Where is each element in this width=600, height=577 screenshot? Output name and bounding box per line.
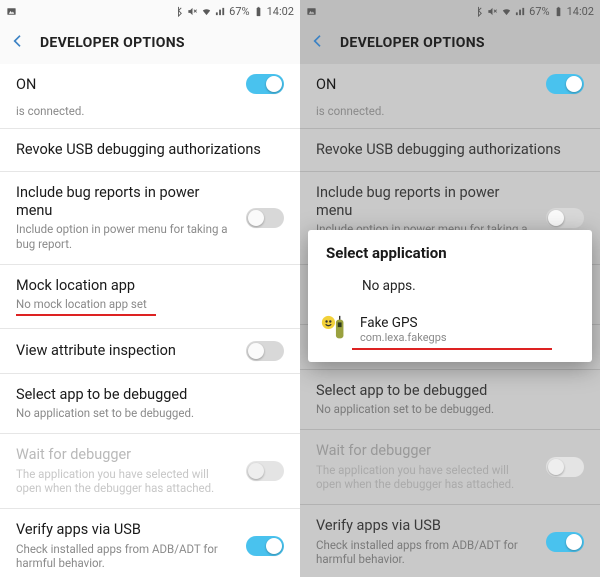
select-debug-app-row[interactable]: Select app to be debugged No application… — [0, 374, 300, 433]
verify-apps-switch[interactable] — [246, 536, 284, 556]
mock-location-row[interactable]: Mock location app No mock location app s… — [0, 265, 300, 328]
dialog-app-name: Fake GPS — [360, 315, 447, 331]
verify-apps-row[interactable]: Verify apps via USB Check installed apps… — [0, 509, 300, 577]
mute-icon — [187, 6, 198, 17]
fake-gps-icon — [320, 314, 350, 344]
wait-debugger-row: Wait for debugger The application you ha… — [0, 434, 300, 508]
screenshot-left: 67% 14:02 DEVELOPER OPTIONS ON is connec… — [0, 0, 300, 577]
status-bar: 67% 14:02 — [0, 0, 300, 22]
on-label: ON — [16, 76, 36, 93]
signal-icon — [215, 6, 226, 17]
photo-icon — [6, 6, 17, 17]
page-title: DEVELOPER OPTIONS — [40, 35, 185, 51]
dialog-title: Select application — [308, 230, 592, 272]
connected-text: is connected. — [16, 104, 284, 118]
screenshot-right: 67% 14:02 DEVELOPER OPTIONS ON is connec… — [300, 0, 600, 577]
revoke-usb-row[interactable]: Revoke USB debugging authorizations — [0, 129, 300, 171]
bluetooth-icon — [173, 6, 184, 17]
app-header: DEVELOPER OPTIONS — [0, 22, 300, 64]
back-button[interactable] — [10, 33, 26, 53]
highlight-underline — [16, 314, 156, 316]
battery-text: 67% — [229, 5, 249, 18]
dialog-no-apps[interactable]: No apps. — [308, 272, 592, 308]
view-attribute-row[interactable]: View attribute inspection — [0, 329, 300, 373]
wifi-icon — [201, 6, 212, 17]
clock-text: 14:02 — [267, 5, 294, 18]
bug-reports-switch[interactable] — [246, 208, 284, 228]
dialog-app-package: com.lexa.fakegps — [360, 331, 447, 344]
battery-icon — [253, 6, 264, 17]
highlight-underline — [352, 348, 552, 350]
master-switch[interactable] — [246, 74, 284, 94]
master-toggle-row[interactable]: ON — [0, 64, 300, 104]
bug-reports-row[interactable]: Include bug reports in power menu Includ… — [0, 172, 300, 264]
select-application-dialog: Select application No apps. Fake GPS com — [308, 230, 592, 362]
view-attribute-switch[interactable] — [246, 341, 284, 361]
dialog-app-item[interactable]: Fake GPS com.lexa.fakegps — [308, 308, 592, 346]
wait-debugger-switch — [246, 461, 284, 481]
